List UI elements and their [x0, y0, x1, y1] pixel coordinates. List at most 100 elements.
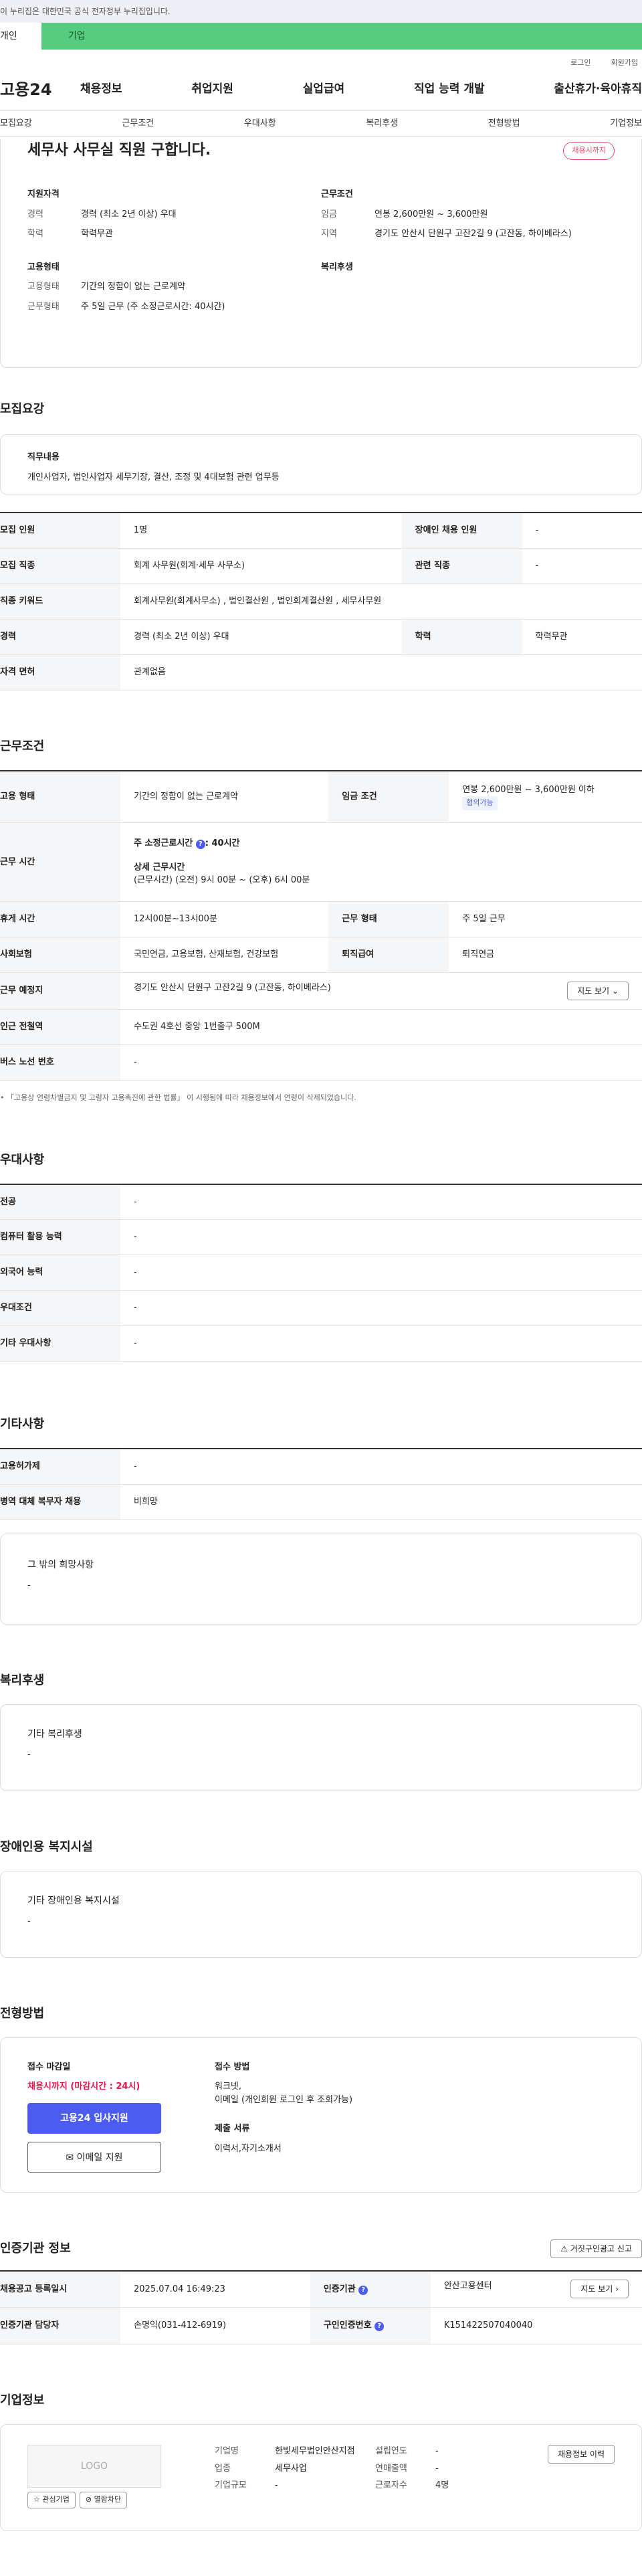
qualification-heading: 지원자격 — [27, 189, 60, 199]
process-box: 접수 마감일 채용시까지 (마감시간 : 24시) 고용24 입사지원 ✉ 이메… — [0, 2037, 642, 2193]
deadline-heading: 접수 마감일 — [27, 2061, 71, 2072]
row-label: 구인인증번호 ? — [310, 2307, 431, 2344]
row-value: - — [120, 1325, 642, 1362]
tab-company[interactable]: 기업 — [41, 23, 86, 50]
row-label: 근무 예정지 — [0, 972, 120, 1010]
nav-parental-leave[interactable]: 출산휴가·육아휴직 — [554, 81, 642, 98]
emptype-value: 기간의 정함이 없는 근로계약 — [81, 282, 185, 292]
apply-button[interactable]: 고용24 입사지원 — [27, 2102, 161, 2134]
tab-recruit[interactable]: 모집요강 — [0, 117, 32, 130]
welfare-title: 복리후생 — [0, 1673, 45, 1687]
company-name-label: 기업명 — [215, 2446, 239, 2456]
etc-table: 고용허가제 - 병역 대체 복무자 채용 비희망 — [0, 1448, 642, 1520]
docs-heading: 제출 서류 — [215, 2124, 250, 2134]
mail-icon: ✉ — [66, 2152, 74, 2163]
founded-value: - — [435, 2446, 439, 2456]
nav-skill-development[interactable]: 직업 능력 개발 — [414, 81, 485, 98]
row-label: 고용허가제 — [0, 1449, 120, 1485]
tab-personal[interactable]: 개인 — [0, 23, 41, 50]
row-value: 2025.07.04 16:49:23 — [120, 2270, 310, 2308]
region-value: 경기도 안산시 단원구 고잔2길 9 (고잔동, 하이베라스) — [374, 229, 572, 239]
method-value-2: 이메일 (개인회원 로그인 후 조회가능) — [215, 2094, 353, 2105]
worktype-label: 근무형태 — [27, 301, 60, 312]
info-icon[interactable]: ? — [195, 840, 205, 850]
agency-value: 안산고용센터 — [443, 2281, 492, 2292]
map-button[interactable]: 지도 보기 ⌄ — [567, 982, 629, 1000]
process-title: 전형방법 — [0, 2006, 45, 2021]
gov-banner: 이 누리집은 대한민국 공식 전자정부 누리집입니다. — [0, 0, 642, 23]
tab-welfare[interactable]: 복리후생 — [366, 117, 398, 130]
row-label: 전공 — [0, 1184, 120, 1220]
work-conditions-heading: 근무조건 — [321, 189, 353, 199]
row-label: 모집 인원 — [0, 513, 120, 549]
detail-hours-value: (근무시간) (오전) 9시 00분 ~ (오후) 6시 00분 — [134, 875, 310, 886]
email-apply-button[interactable]: ✉ 이메일 지원 — [27, 2141, 161, 2173]
block-view-button[interactable]: ⊘ 열람차단 — [79, 2492, 128, 2508]
row-value: 경력 (최소 2년 이상) 우대 — [120, 619, 402, 655]
disability-box-value: - — [27, 1916, 31, 1926]
row-label: 인증기관 담당자 — [0, 2307, 120, 2344]
other-wishes-value: - — [27, 1580, 31, 1590]
row-label: 근무 시간 — [0, 822, 120, 902]
company-logo: LOGO — [27, 2445, 161, 2488]
row-value: - — [120, 1290, 642, 1326]
row-label: 사회보험 — [0, 937, 120, 973]
alarm-icon: ⚠ — [560, 2243, 568, 2253]
tab-preference[interactable]: 우대사항 — [244, 117, 276, 130]
row-label: 우대조건 — [0, 1290, 120, 1326]
nav-job-info[interactable]: 채용정보 — [80, 81, 122, 98]
age-notice: • 「고용상 연령차별금지 및 고령자 고용촉진에 관한 법률」 이 시행됨에 … — [0, 1093, 356, 1102]
row-label: 인근 전철역 — [0, 1009, 120, 1045]
tab-company[interactable]: 기업정보 — [610, 117, 642, 130]
docs-value: 이력서,자기소개서 — [215, 2143, 282, 2154]
scale-value: - — [275, 2480, 278, 2490]
row-label: 자격 면허 — [0, 654, 120, 691]
welfare-box: 기타 복리후생 - — [0, 1704, 642, 1791]
report-fake-ad-button[interactable]: ⚠ 거짓구인광고 신고 — [550, 2239, 642, 2258]
nav-employment-support[interactable]: 취업지원 — [191, 81, 233, 98]
agency-map-button[interactable]: 지도 보기 › — [570, 2280, 629, 2299]
row-label: 채용공고 등록일시 — [0, 2270, 120, 2308]
row-label: 외국어 능력 — [0, 1255, 120, 1291]
etc-title: 기타사항 — [0, 1417, 45, 1431]
nav-unemployment-benefit[interactable]: 실업급여 — [303, 81, 345, 98]
util-links: 로그인 회원가입 — [0, 50, 642, 68]
signup-link[interactable]: 회원가입 — [611, 58, 638, 68]
row-label: 경력 — [0, 619, 120, 655]
other-wishes-box: 그 밖의 희망사항 - — [0, 1533, 642, 1625]
career-label: 경력 — [27, 209, 43, 219]
company-name-value: 한빛세무법인안산지점 — [275, 2446, 355, 2456]
method-value: 워크넷, — [215, 2082, 242, 2092]
education-label: 학력 — [27, 229, 43, 239]
emptype-label: 고용형태 — [27, 282, 60, 292]
row-value: 손명익(031-412-6919) — [120, 2307, 310, 2344]
staff-label: 근로자수 — [375, 2480, 407, 2490]
job-history-button[interactable]: 채용정보 이력 — [547, 2445, 615, 2464]
block-icon: ⊘ — [85, 2495, 92, 2504]
row-label: 모집 직종 — [0, 548, 120, 584]
site-logo[interactable]: 고용24 — [0, 78, 80, 102]
weekly-hours-label: 주 소정근로시간 — [134, 838, 193, 849]
tab-process[interactable]: 전형방법 — [488, 117, 520, 130]
row-label: 퇴직급여 — [328, 937, 449, 973]
row-value: 12시00분~13시00분 — [120, 901, 329, 937]
welfare-box-heading: 기타 복리후생 — [27, 1728, 82, 1740]
row-value: - — [120, 1219, 642, 1255]
info-icon[interactable]: ? — [374, 2322, 385, 2332]
global-nav: 고용24 채용정보 취업지원 실업급여 직업 능력 개발 출산휴가·육아휴직 — [0, 68, 642, 111]
row-label: 직종 키워드 — [0, 583, 120, 620]
row-label: 인증기관 ? — [310, 2270, 431, 2308]
row-value: 기간의 정함이 없는 근로계약 — [120, 770, 329, 823]
tab-conditions[interactable]: 근무조건 — [122, 117, 154, 130]
welfare-box-value: - — [27, 1749, 31, 1760]
wage-value: 연봉 2,600만원 ~ 3,600만원 — [374, 209, 488, 219]
info-icon[interactable]: ? — [358, 2285, 368, 2295]
row-value: - — [522, 548, 642, 584]
duty-heading: 직무내용 — [27, 452, 60, 462]
login-link[interactable]: 로그인 — [570, 58, 591, 68]
interest-company-button[interactable]: ☆ 관심기업 — [27, 2492, 76, 2508]
sales-label: 연매출액 — [375, 2463, 407, 2474]
company-box: LOGO ☆ 관심기업 ⊘ 열람차단 기업명 한빛세무법인안산지점 업종 세무사업 … — [0, 2424, 642, 2531]
row-label: 고용 형태 — [0, 770, 120, 823]
agency-title: 인증기관 정보 — [0, 2241, 71, 2256]
